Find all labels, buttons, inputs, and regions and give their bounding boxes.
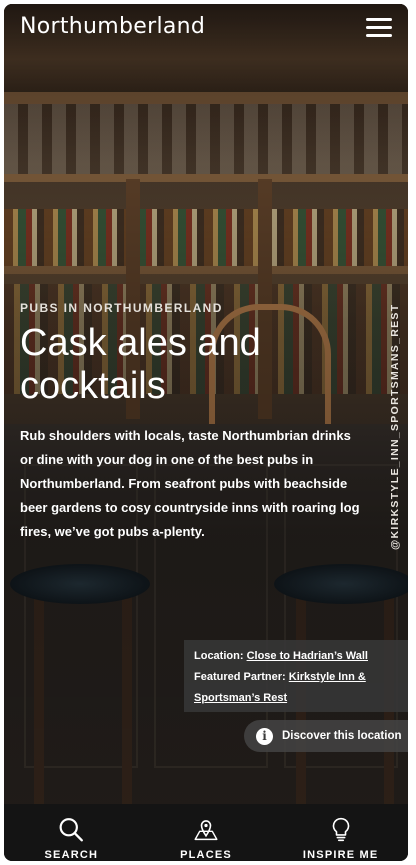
- app-frame: Northumberland PUBS IN NORTHUMBERLAND Ca…: [4, 4, 408, 861]
- info-icon: i: [256, 727, 273, 745]
- photo-credit: @KIRKSTYLE_INN_SPORTSMANS_REST: [389, 303, 401, 550]
- nav-label: INSPIRE ME: [302, 849, 379, 861]
- bottom-navigation: SEARCH PLACES INSPIRE ME: [4, 804, 408, 861]
- nav-label: PLACES: [180, 849, 232, 861]
- intro-paragraph: Rub shoulders with locals, taste Northum…: [20, 428, 360, 539]
- lightbulb-icon: [332, 817, 349, 842]
- partner-row: Featured Partner: Kirkstyle Inn & Sports…: [194, 667, 398, 709]
- location-card: Location: Close to Hadrian’s Wall Featur…: [184, 640, 408, 712]
- location-row: Location: Close to Hadrian’s Wall: [194, 646, 398, 667]
- page-title: Cask ales and cocktails: [20, 322, 261, 407]
- nav-search[interactable]: SEARCH: [4, 804, 139, 861]
- hamburger-menu-icon[interactable]: [366, 17, 392, 39]
- location-label: Location:: [194, 650, 244, 662]
- partner-label: Featured Partner:: [194, 671, 286, 683]
- nav-places[interactable]: PLACES: [139, 804, 274, 861]
- discover-label: Discover this location: [282, 730, 402, 742]
- nav-inspire-me[interactable]: INSPIRE ME: [273, 804, 408, 861]
- section-kicker: PUBS IN NORTHUMBERLAND: [20, 301, 223, 315]
- location-link[interactable]: Close to Hadrian’s Wall: [247, 650, 368, 662]
- site-logo[interactable]: Northumberland: [20, 14, 205, 39]
- search-icon: [59, 818, 84, 842]
- nav-label: SEARCH: [44, 849, 99, 861]
- discover-location-button[interactable]: i Discover this location: [244, 720, 408, 752]
- map-pin-icon: [194, 820, 218, 841]
